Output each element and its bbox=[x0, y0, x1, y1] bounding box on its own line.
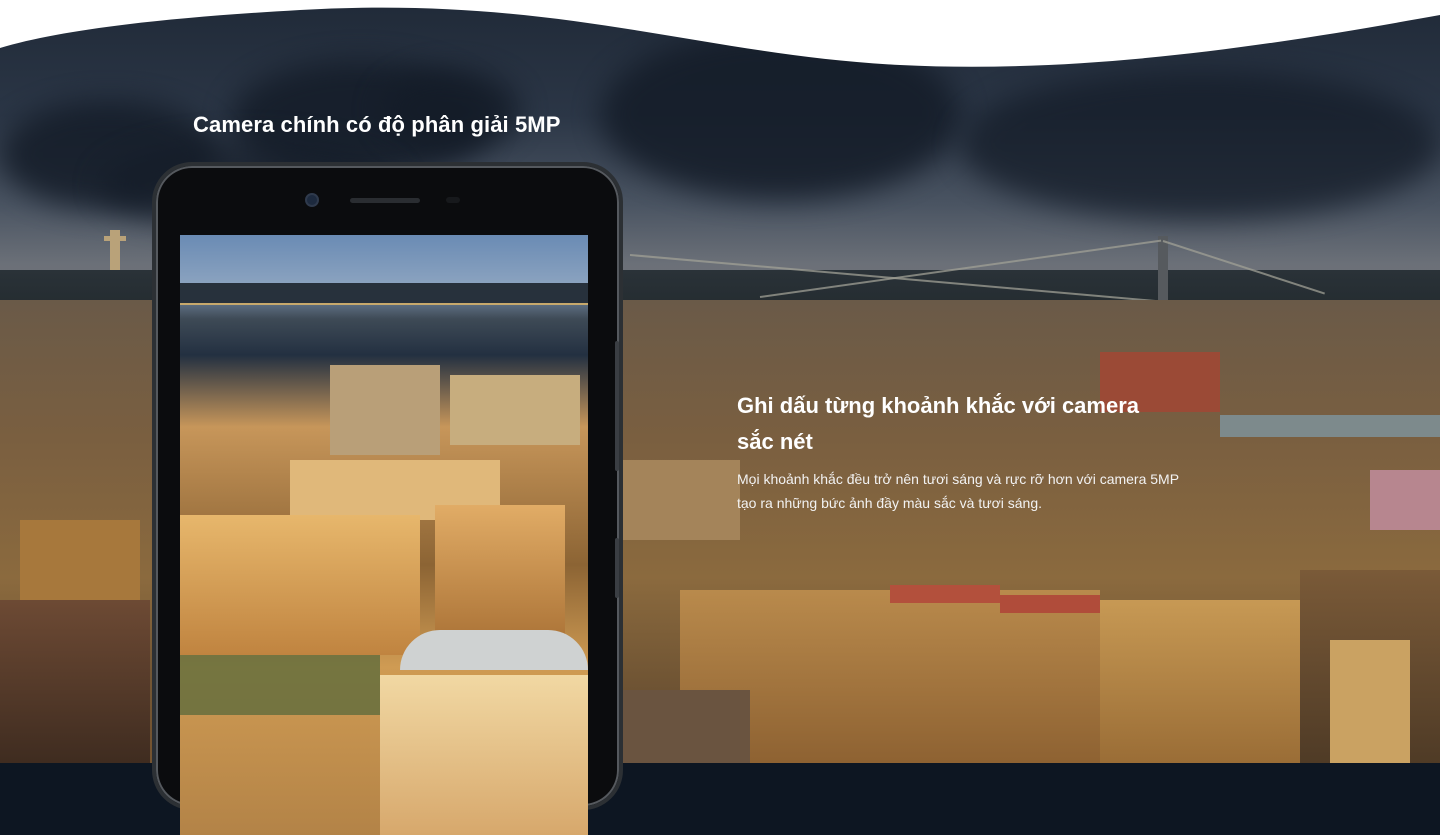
top-wave-divider bbox=[0, 0, 1440, 67]
bridge-tower bbox=[1158, 236, 1168, 306]
front-camera-icon bbox=[305, 193, 319, 207]
phone-screen-photo bbox=[180, 235, 588, 835]
power-button bbox=[615, 538, 619, 598]
proximity-sensor bbox=[446, 197, 460, 203]
section-headline: Ghi dấu từng khoảnh khắc với camera sắc … bbox=[737, 393, 1140, 454]
phone-mockup bbox=[152, 162, 623, 835]
camera-resolution-caption: Camera chính có độ phân giải 5MP bbox=[193, 112, 561, 137]
volume-button bbox=[615, 341, 619, 471]
section-description: Mọi khoảnh khắc đều trở nên tươi sáng và… bbox=[737, 471, 1179, 511]
earpiece-speaker-icon bbox=[350, 198, 420, 203]
